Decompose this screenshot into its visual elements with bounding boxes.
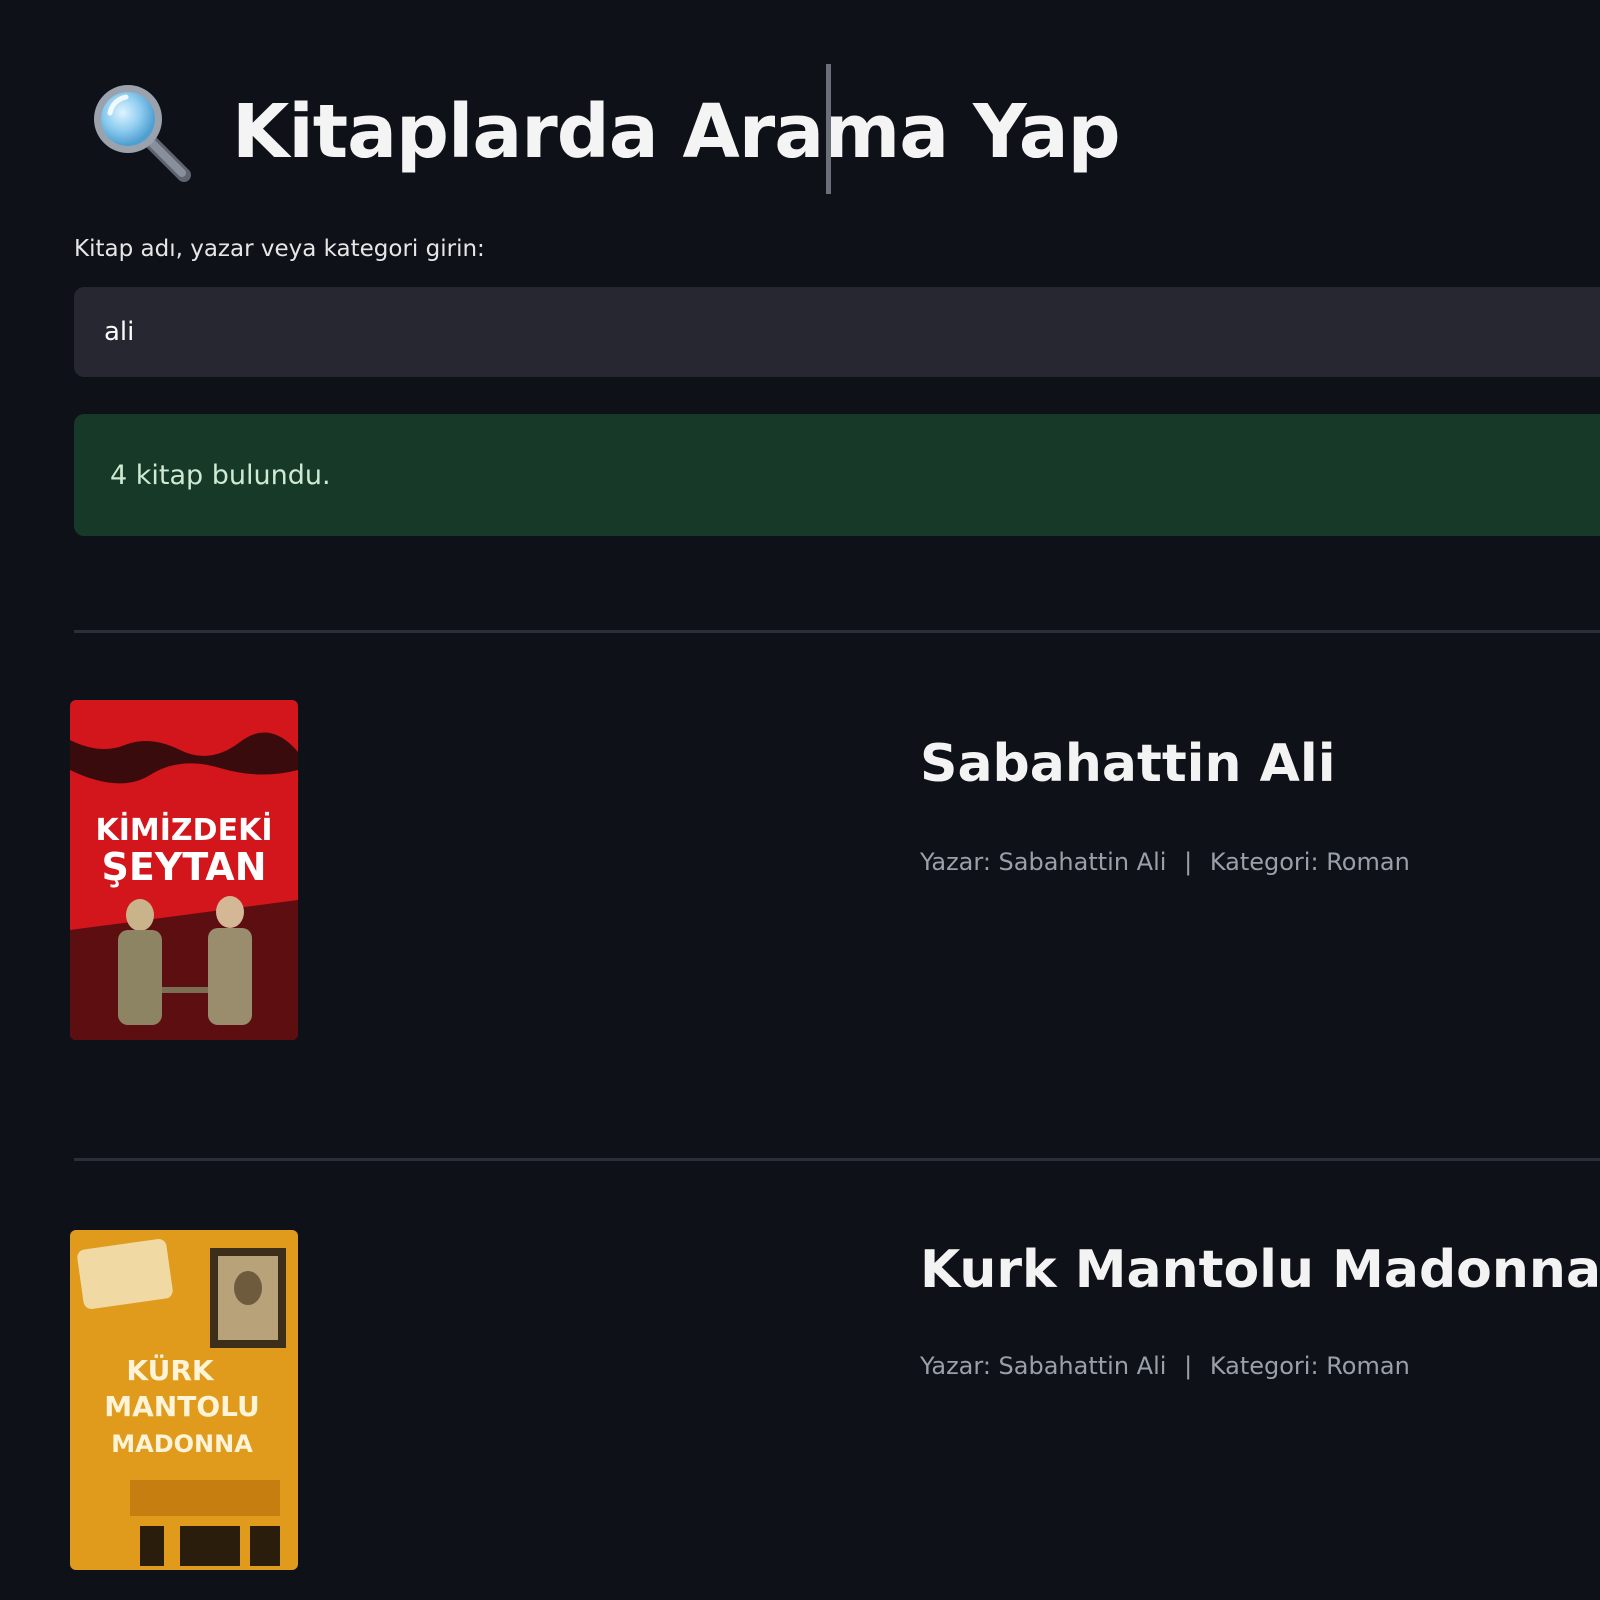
book-meta: Yazar: Sabahattin Ali | Kategori: Roman [920, 1352, 1410, 1380]
success-alert: 4 kitap bulundu. [74, 414, 1600, 536]
author-label: Yazar: [920, 848, 991, 876]
meta-separator: | [1184, 1352, 1193, 1380]
search-input[interactable] [74, 287, 1600, 377]
book-meta: Yazar: Sabahattin Ali | Kategori: Roman [920, 848, 1410, 876]
page-header: Kitaplarda Arama Yap [86, 72, 1121, 192]
svg-text:MADONNA: MADONNA [111, 1430, 253, 1458]
alert-text: 4 kitap bulundu. [110, 459, 331, 491]
svg-text:ŞEYTAN: ŞEYTAN [101, 845, 266, 889]
divider [74, 1158, 1600, 1161]
meta-separator: | [1184, 848, 1193, 876]
divider [74, 630, 1600, 633]
search-page: Kitaplarda Arama Yap Kitap adı, yazar ve… [70, 0, 1600, 1600]
book-cover-image: KİMİZDEKİ ŞEYTAN [70, 700, 298, 1040]
author-label: Yazar: [920, 1352, 991, 1380]
book-title: Kurk Mantolu Madonna [920, 1240, 1600, 1300]
page-title: Kitaplarda Arama Yap [232, 89, 1121, 175]
svg-text:MANTOLU: MANTOLU [104, 1390, 259, 1423]
book-title: Sabahattin Ali [920, 734, 1336, 794]
category-label: Kategori: [1209, 1352, 1319, 1380]
author-name: Sabahattin Ali [998, 1352, 1167, 1380]
magnifying-glass-icon [86, 77, 196, 187]
book-cover-image: KÜRK MANTOLU MADONNA [70, 1230, 298, 1570]
category-name: Roman [1326, 848, 1410, 876]
svg-text:KÜRK: KÜRK [126, 1353, 215, 1387]
category-label: Kategori: [1209, 848, 1319, 876]
category-name: Roman [1326, 1352, 1410, 1380]
cover-text: KİMİZDEKİ [96, 812, 273, 848]
search-label: Kitap adı, yazar veya kategori girin: [74, 236, 485, 262]
text-cursor [826, 64, 831, 194]
author-name: Sabahattin Ali [998, 848, 1167, 876]
